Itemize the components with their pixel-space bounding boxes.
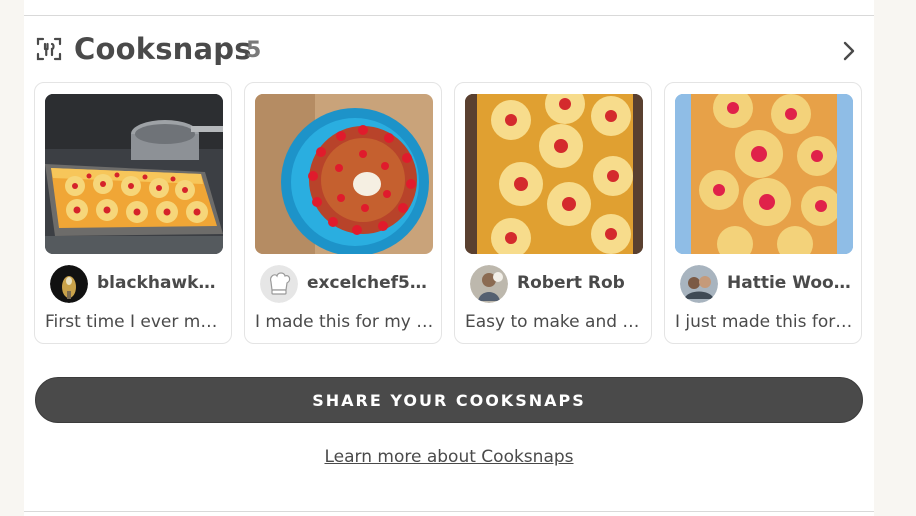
cooksnap-card[interactable]: Hattie Wool... I just made this for ... <box>664 82 862 344</box>
cooksnap-card[interactable]: Robert Rob Easy to make and d... <box>454 82 652 344</box>
cooksnap-card[interactable]: blackhawk2... First time I ever ma... <box>34 82 232 344</box>
cooksnap-caption: I just made this for ... <box>675 312 855 332</box>
bottom-divider <box>24 511 874 512</box>
cooksnap-author[interactable]: excelchef55... <box>307 269 435 297</box>
cooksnap-photo[interactable] <box>465 94 643 254</box>
avatar[interactable] <box>470 265 508 303</box>
avatar[interactable] <box>680 265 718 303</box>
chevron-right-icon[interactable] <box>842 40 856 62</box>
avatar[interactable] <box>50 265 88 303</box>
cooksnap-photo[interactable] <box>675 94 853 254</box>
cooksnap-author[interactable]: Robert Rob <box>517 269 645 297</box>
cooksnaps-panel: Cooksnaps 5 blackhawk2... First time I e… <box>24 0 874 516</box>
cooksnap-author[interactable]: blackhawk2... <box>97 269 225 297</box>
top-divider <box>24 15 874 16</box>
cooksnap-caption: Easy to make and d... <box>465 312 645 332</box>
cooksnap-caption: I made this for my f... <box>255 312 435 332</box>
cooksnap-caption: First time I ever ma... <box>45 312 225 332</box>
learn-more-link[interactable]: Learn more about Cooksnaps <box>24 444 874 470</box>
cooksnap-author[interactable]: Hattie Wool... <box>727 269 855 297</box>
avatar[interactable] <box>260 265 298 303</box>
cooksnap-cards: blackhawk2... First time I ever ma... ex… <box>34 82 864 346</box>
cooksnaps-header: Cooksnaps 5 <box>36 30 862 70</box>
cooksnap-photo[interactable] <box>45 94 223 254</box>
cooksnap-count: 5 <box>246 38 262 63</box>
cooksnap-camera-utensils-icon <box>36 37 62 61</box>
cooksnap-card[interactable]: excelchef55... I made this for my f... <box>244 82 442 344</box>
section-title: Cooksnaps <box>74 32 252 66</box>
share-cooksnaps-button[interactable]: SHARE YOUR COOKSNAPS <box>35 377 863 423</box>
cooksnap-photo[interactable] <box>255 94 433 254</box>
